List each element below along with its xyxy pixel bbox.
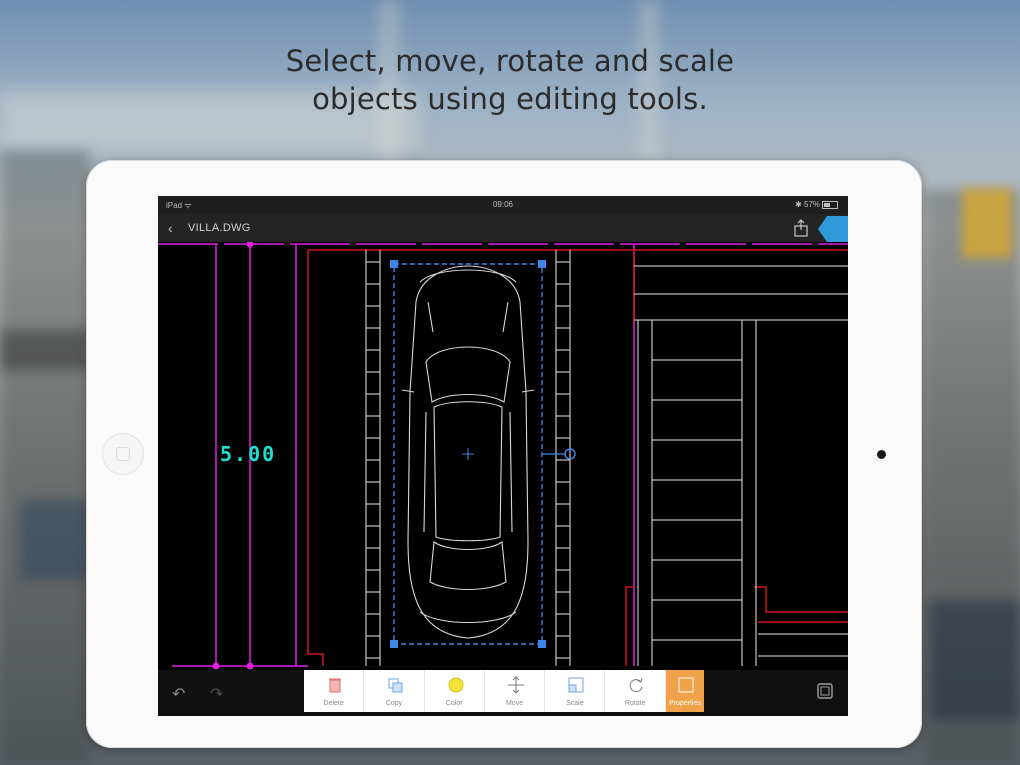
redo-icon[interactable]: ↷ (210, 684, 228, 703)
headline: Select, move, rotate and scale objects u… (0, 42, 1020, 118)
properties-button[interactable]: Properties (665, 670, 705, 712)
delete-button[interactable]: Delete (304, 670, 365, 712)
status-bar: iPad ᯤ 09:06 ✱ 57% (158, 196, 848, 214)
headline-line-2: objects using editing tools. (312, 82, 708, 116)
camera-icon (877, 450, 886, 459)
color-button[interactable]: Color (425, 670, 485, 712)
rotate-button[interactable]: Rotate (605, 670, 666, 712)
copy-button[interactable]: Copy (364, 670, 425, 712)
status-battery-text: ✱ 57% (795, 200, 820, 209)
color-label: Color (445, 700, 463, 707)
rotate-label: Rotate (624, 700, 646, 707)
copy-label: Copy (385, 700, 403, 707)
scale-label: Scale (566, 700, 584, 707)
share-icon[interactable] (792, 219, 810, 237)
headline-line-1: Select, move, rotate and scale (285, 44, 735, 78)
tools-panel-tab[interactable] (818, 216, 848, 242)
color-icon (448, 677, 464, 693)
drawing-canvas[interactable]: 5.00 (158, 242, 848, 674)
rotate-icon (630, 677, 643, 693)
move-label: Move (505, 700, 524, 707)
status-time: 09:06 (492, 200, 514, 209)
dimension-label[interactable]: 5.00 (220, 442, 276, 466)
home-button[interactable] (102, 433, 144, 475)
edit-toolstrip: Delete Copy Color Move Scale Rotate Prop… (304, 670, 705, 712)
properties-label: Properties (668, 700, 701, 707)
move-button[interactable]: Move (485, 670, 546, 712)
chevron-left-icon[interactable]: ‹ (168, 220, 173, 236)
file-title[interactable]: VILLA.DWG (188, 222, 251, 234)
scale-button[interactable]: Scale (545, 670, 606, 712)
undo-icon[interactable]: ↶ (172, 684, 190, 703)
app-screen: iPad ᯤ 09:06 ✱ 57% ‹ VILLA.DWG 5.00 ↶ ↷ … (158, 196, 848, 716)
scale-icon (568, 677, 584, 693)
fit-to-screen-icon[interactable] (816, 682, 834, 700)
move-icon (507, 676, 524, 694)
status-battery: ✱ 57% (795, 200, 838, 209)
bottom-toolbar: ↶ ↷ Delete Copy Color Move Scale Rotate … (158, 670, 848, 716)
delete-label: Delete (323, 700, 344, 707)
nav-bar: ‹ VILLA.DWG (158, 214, 848, 242)
properties-icon (678, 677, 694, 693)
trash-icon (329, 678, 341, 693)
copy-icon (388, 678, 403, 693)
battery-icon (822, 200, 838, 209)
